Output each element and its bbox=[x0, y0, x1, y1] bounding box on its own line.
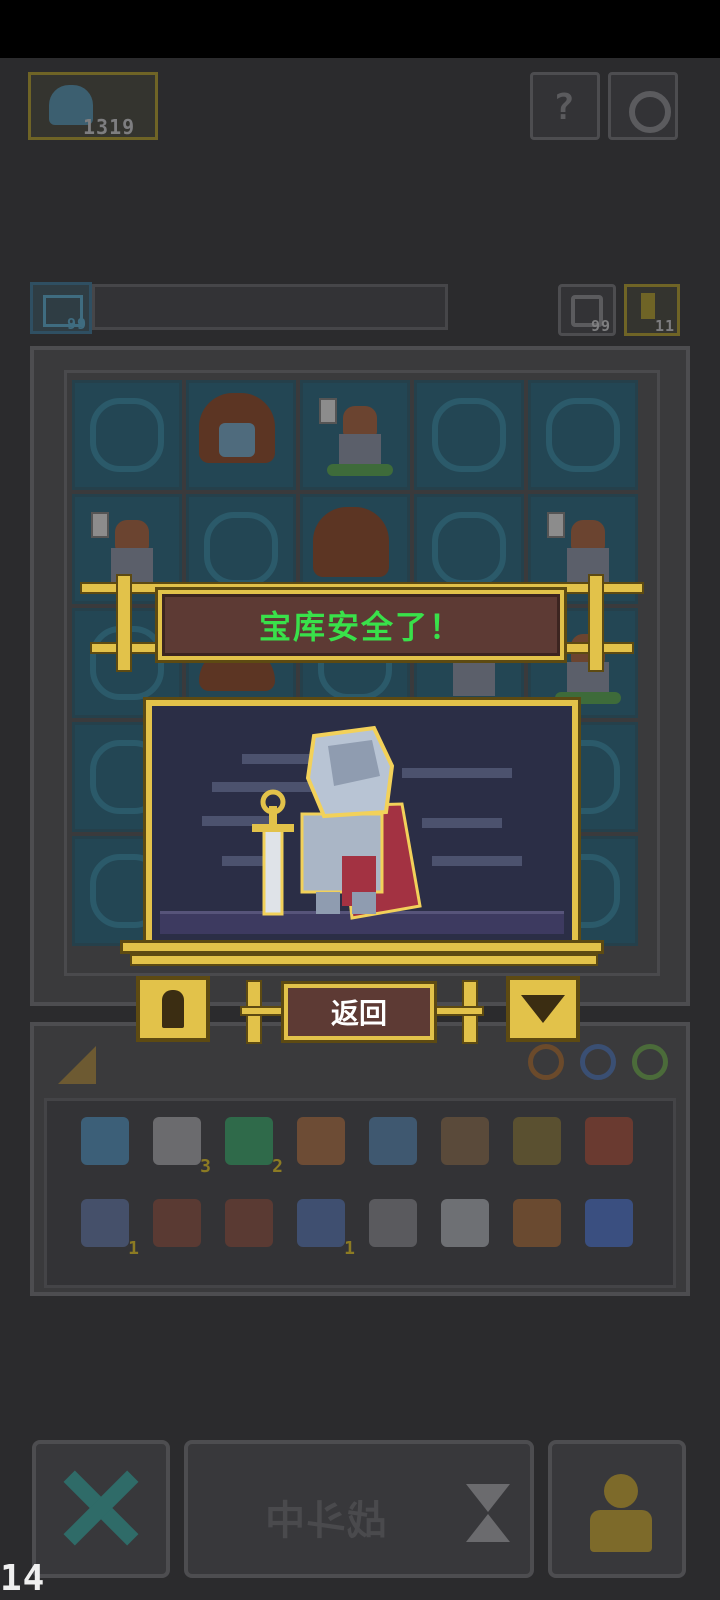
banner-post-right bbox=[588, 574, 604, 672]
inventory-item[interactable] bbox=[219, 1193, 279, 1253]
status-bar bbox=[0, 0, 720, 58]
close-button[interactable] bbox=[32, 1440, 170, 1578]
key-button[interactable]: 11 bbox=[624, 284, 680, 336]
inventory-item[interactable] bbox=[507, 1193, 567, 1253]
inventory-item[interactable] bbox=[435, 1111, 495, 1171]
coin-counter-button[interactable]: 1319 bbox=[28, 72, 158, 140]
inventory-item[interactable] bbox=[75, 1111, 135, 1171]
banner-post-left bbox=[116, 574, 132, 672]
coral-icon bbox=[297, 1117, 345, 1165]
gear-icon bbox=[629, 91, 671, 133]
progress-count: 99 bbox=[67, 315, 88, 333]
key-icon bbox=[641, 293, 655, 319]
key-count: 11 bbox=[655, 317, 676, 335]
heart-gem-icon bbox=[521, 995, 565, 1023]
item-quantity: 1 bbox=[344, 1238, 355, 1259]
help-button[interactable]: ? bbox=[530, 72, 600, 140]
blue-rock-icon bbox=[369, 1117, 417, 1165]
settings-button[interactable] bbox=[608, 72, 678, 140]
green-orb-icon bbox=[632, 1044, 668, 1080]
inventory-item[interactable] bbox=[363, 1193, 423, 1253]
pawn-icon bbox=[604, 1474, 638, 1508]
inventory-item[interactable] bbox=[435, 1193, 495, 1253]
item-quantity: 1 bbox=[128, 1238, 139, 1259]
blue-pouch-icon bbox=[81, 1117, 129, 1165]
inventory-item[interactable] bbox=[507, 1111, 567, 1171]
scene-base-lower bbox=[130, 954, 598, 966]
spikes-icon bbox=[441, 1199, 489, 1247]
empty-slot-icon bbox=[546, 398, 620, 472]
inventory-item[interactable] bbox=[291, 1111, 351, 1171]
board-progress-button[interactable]: 99 bbox=[30, 282, 92, 334]
triangle-ruler-icon bbox=[58, 1046, 96, 1084]
wooden-stick-icon bbox=[513, 1199, 561, 1247]
inventory-item[interactable] bbox=[579, 1193, 639, 1253]
inventory-item[interactable] bbox=[579, 1111, 639, 1171]
inventory-item[interactable]: 1 bbox=[75, 1193, 139, 1259]
empty-slot-icon bbox=[90, 398, 164, 472]
blue-orb-icon bbox=[580, 1044, 616, 1080]
reroll-button[interactable]: 99 bbox=[558, 284, 616, 336]
empty-slot-icon bbox=[204, 512, 278, 586]
battle-label: 战斗中 bbox=[264, 1498, 387, 1544]
reroll-count: 99 bbox=[591, 317, 612, 335]
backpack-icon bbox=[585, 1117, 633, 1165]
hammer-icon bbox=[441, 1117, 489, 1165]
result-title: 宝库安全了！ bbox=[258, 608, 463, 646]
pawn-icon bbox=[162, 990, 184, 1028]
heart-gem-button[interactable] bbox=[506, 976, 580, 1042]
inventory-item[interactable]: 3 bbox=[147, 1111, 211, 1177]
inventory-grid: 3 2 1 1 bbox=[44, 1098, 676, 1288]
progress-bar bbox=[92, 284, 448, 330]
board-tile[interactable] bbox=[414, 380, 524, 490]
hourglass-icon bbox=[466, 1484, 510, 1512]
board-tile[interactable] bbox=[72, 380, 182, 490]
stairs-icon bbox=[81, 1199, 129, 1247]
inventory-item[interactable]: 2 bbox=[219, 1111, 283, 1177]
inventory-tab[interactable] bbox=[50, 1038, 210, 1096]
crate-icon bbox=[225, 1199, 273, 1247]
empty-slot-icon bbox=[432, 398, 506, 472]
blue-potion-icon bbox=[585, 1199, 633, 1247]
inventory-item[interactable]: 1 bbox=[291, 1193, 355, 1259]
board-tile[interactable] bbox=[300, 380, 410, 490]
pawn-icon-base bbox=[590, 1510, 652, 1552]
painting-icon bbox=[513, 1117, 561, 1165]
question-icon: ? bbox=[553, 87, 576, 128]
hourglass-icon-bottom bbox=[466, 1514, 510, 1542]
boot-icon bbox=[369, 1199, 417, 1247]
return-button[interactable]: 返回 bbox=[284, 984, 434, 1040]
result-scene bbox=[146, 700, 578, 946]
board-tile[interactable] bbox=[186, 380, 296, 490]
coin-count: 1319 bbox=[83, 115, 136, 139]
crystal-icon bbox=[297, 1199, 345, 1247]
villager-figure-icon bbox=[319, 398, 393, 478]
fence-icon bbox=[153, 1199, 201, 1247]
board-tile[interactable] bbox=[528, 380, 638, 490]
villager-figure-icon bbox=[547, 512, 621, 592]
fps-counter: 14 bbox=[0, 1558, 46, 1599]
battle-button[interactable]: 战斗中 bbox=[184, 1440, 534, 1578]
knight-icon bbox=[252, 725, 422, 920]
inventory-item[interactable] bbox=[363, 1111, 423, 1171]
item-quantity: 3 bbox=[200, 1156, 211, 1177]
scene-base-bar bbox=[120, 940, 604, 954]
pawn-tile-button[interactable] bbox=[136, 976, 210, 1042]
green-gem-icon bbox=[225, 1117, 273, 1165]
red-orb-icon bbox=[528, 1044, 564, 1080]
inventory-item[interactable] bbox=[147, 1193, 207, 1253]
item-quantity: 2 bbox=[272, 1156, 283, 1177]
empty-slot-icon bbox=[432, 512, 506, 586]
result-banner: 宝库安全了！ bbox=[158, 590, 564, 660]
return-label: 返回 bbox=[330, 997, 387, 1030]
scroll-icon bbox=[153, 1117, 201, 1165]
pawn-button[interactable] bbox=[548, 1440, 686, 1578]
